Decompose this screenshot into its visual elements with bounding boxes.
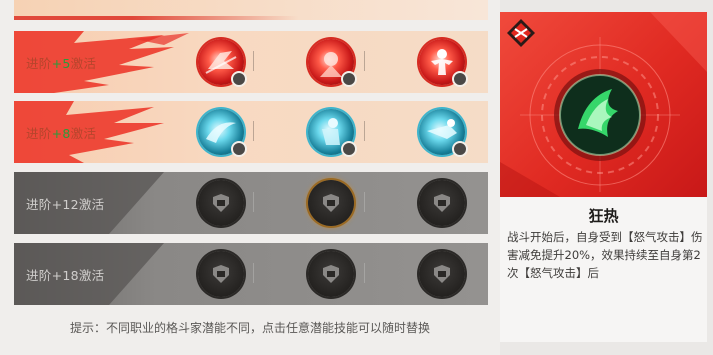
locked-emblem-icon xyxy=(434,265,450,283)
skill-slot-3[interactable] xyxy=(419,251,465,297)
potential-row-plus18: 进阶+18激活 xyxy=(14,243,488,305)
slot-indicator xyxy=(452,71,468,87)
divider xyxy=(253,263,254,283)
potential-row-plus5: 进阶+5激活 xyxy=(14,31,488,93)
skill-slot-2[interactable] xyxy=(308,251,354,297)
skill-slot-2-selected[interactable] xyxy=(308,180,354,226)
row-label: 进阶+18激活 xyxy=(26,268,105,283)
divider xyxy=(253,51,254,71)
hint-text: 提示：不同职业的格斗家潜能不同，点击任意潜能技能可以随时替换 xyxy=(69,321,430,335)
slot-indicator xyxy=(452,141,468,157)
locked-emblem-icon xyxy=(213,265,229,283)
row-label: 进阶+12激活 xyxy=(26,197,105,212)
row-label: 进阶+5激活 xyxy=(26,56,97,71)
slot-indicator xyxy=(341,71,357,87)
skill-detail-card: 狂热 战斗开始后，自身受到【怒气攻击】伤害减免提升20%，效果持续至自身第2次【… xyxy=(500,12,707,342)
divider xyxy=(364,121,365,141)
divider xyxy=(364,263,365,283)
skill-slot-3[interactable] xyxy=(419,39,468,87)
skill-name: 狂热 xyxy=(588,207,619,225)
slot-indicator xyxy=(231,141,247,157)
potential-panel: 进阶+5激活 进阶+8激活 进阶+12激活 进阶+18激活 提示：不同职业的格斗… xyxy=(0,0,500,355)
skill-slot-2[interactable] xyxy=(308,109,357,157)
skill-slot-1[interactable] xyxy=(198,39,247,87)
skill-slot-3[interactable] xyxy=(419,180,465,226)
potential-row-plus12: 进阶+12激活 xyxy=(14,172,488,234)
skill-slot-1[interactable] xyxy=(198,180,244,226)
row-partial-top xyxy=(14,0,488,20)
locked-emblem-icon xyxy=(434,194,450,212)
potential-row-plus8: 进阶+8激活 xyxy=(14,101,488,163)
divider xyxy=(364,51,365,71)
skill-slot-3[interactable] xyxy=(419,109,468,157)
row-label: 进阶+8激活 xyxy=(26,126,97,141)
attack-type-badge-icon xyxy=(507,19,535,47)
locked-emblem-icon xyxy=(213,194,229,212)
divider xyxy=(253,192,254,212)
skill-slot-1[interactable] xyxy=(198,109,247,157)
frenzy-skill-icon xyxy=(554,69,646,161)
locked-emblem-icon xyxy=(323,265,339,283)
slot-indicator xyxy=(231,71,247,87)
skill-slot-2[interactable] xyxy=(308,39,357,87)
skill-description: 战斗开始后，自身受到【怒气攻击】伤害减免提升20%，效果持续至自身第2次【怒气攻… xyxy=(507,230,703,280)
divider xyxy=(364,192,365,212)
divider xyxy=(253,121,254,141)
skill-slot-1[interactable] xyxy=(198,251,244,297)
slot-indicator xyxy=(341,141,357,157)
skill-art-background xyxy=(500,12,707,197)
locked-emblem-icon xyxy=(323,194,339,212)
